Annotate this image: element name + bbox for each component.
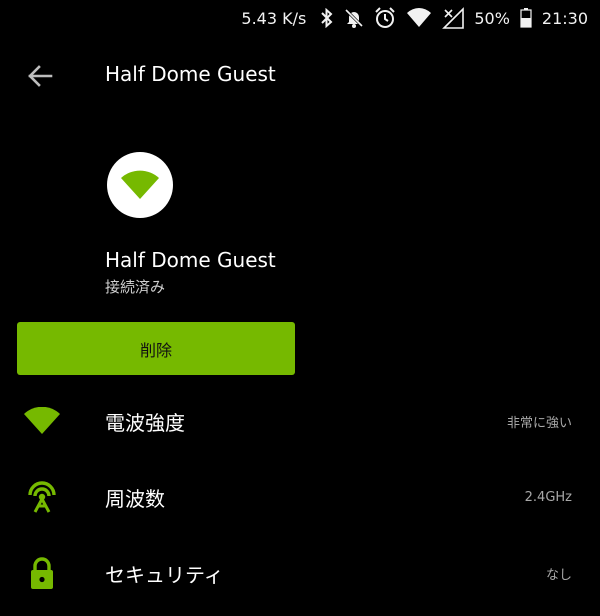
back-arrow-icon: [28, 65, 53, 87]
network-name: Half Dome Guest: [105, 248, 276, 272]
wifi-icon: [121, 170, 159, 199]
back-button[interactable]: [22, 58, 58, 94]
cell-signal-icon: [442, 7, 465, 29]
row-value: なし: [545, 567, 572, 583]
row-value: 非常に強い: [506, 415, 572, 431]
status-bar: 5.43 K/s 50% 21:30: [0, 0, 600, 36]
wifi-signal-icon: [20, 399, 64, 443]
detail-row-security: セキュリティ なし: [0, 545, 600, 601]
lock-icon: [20, 551, 64, 595]
wifi-status-icon: [406, 8, 432, 28]
row-value: 2.4GHz: [524, 489, 572, 505]
antenna-icon: [20, 475, 64, 519]
delete-button[interactable]: 削除: [17, 322, 295, 375]
wifi-details-screen: 5.43 K/s 50% 21:30 Half Dome Guest Half …: [0, 0, 600, 616]
network-avatar: [107, 152, 173, 218]
battery-percent: 50%: [474, 8, 510, 28]
clock: 21:30: [541, 8, 588, 28]
alarm-icon: [374, 7, 396, 29]
network-speed: 5.43 K/s: [241, 8, 307, 28]
connection-status: 接続済み: [105, 278, 166, 296]
battery-icon: [520, 8, 532, 28]
detail-row-frequency: 周波数 2.4GHz: [0, 469, 600, 525]
page-title: Half Dome Guest: [105, 62, 276, 86]
row-label: セキュリティ: [105, 562, 224, 587]
row-label: 周波数: [105, 486, 165, 511]
row-label: 電波強度: [105, 410, 185, 435]
notifications-off-icon: [344, 8, 364, 28]
bluetooth-icon: [320, 8, 334, 28]
detail-row-signal-strength: 電波強度 非常に強い: [0, 393, 600, 449]
